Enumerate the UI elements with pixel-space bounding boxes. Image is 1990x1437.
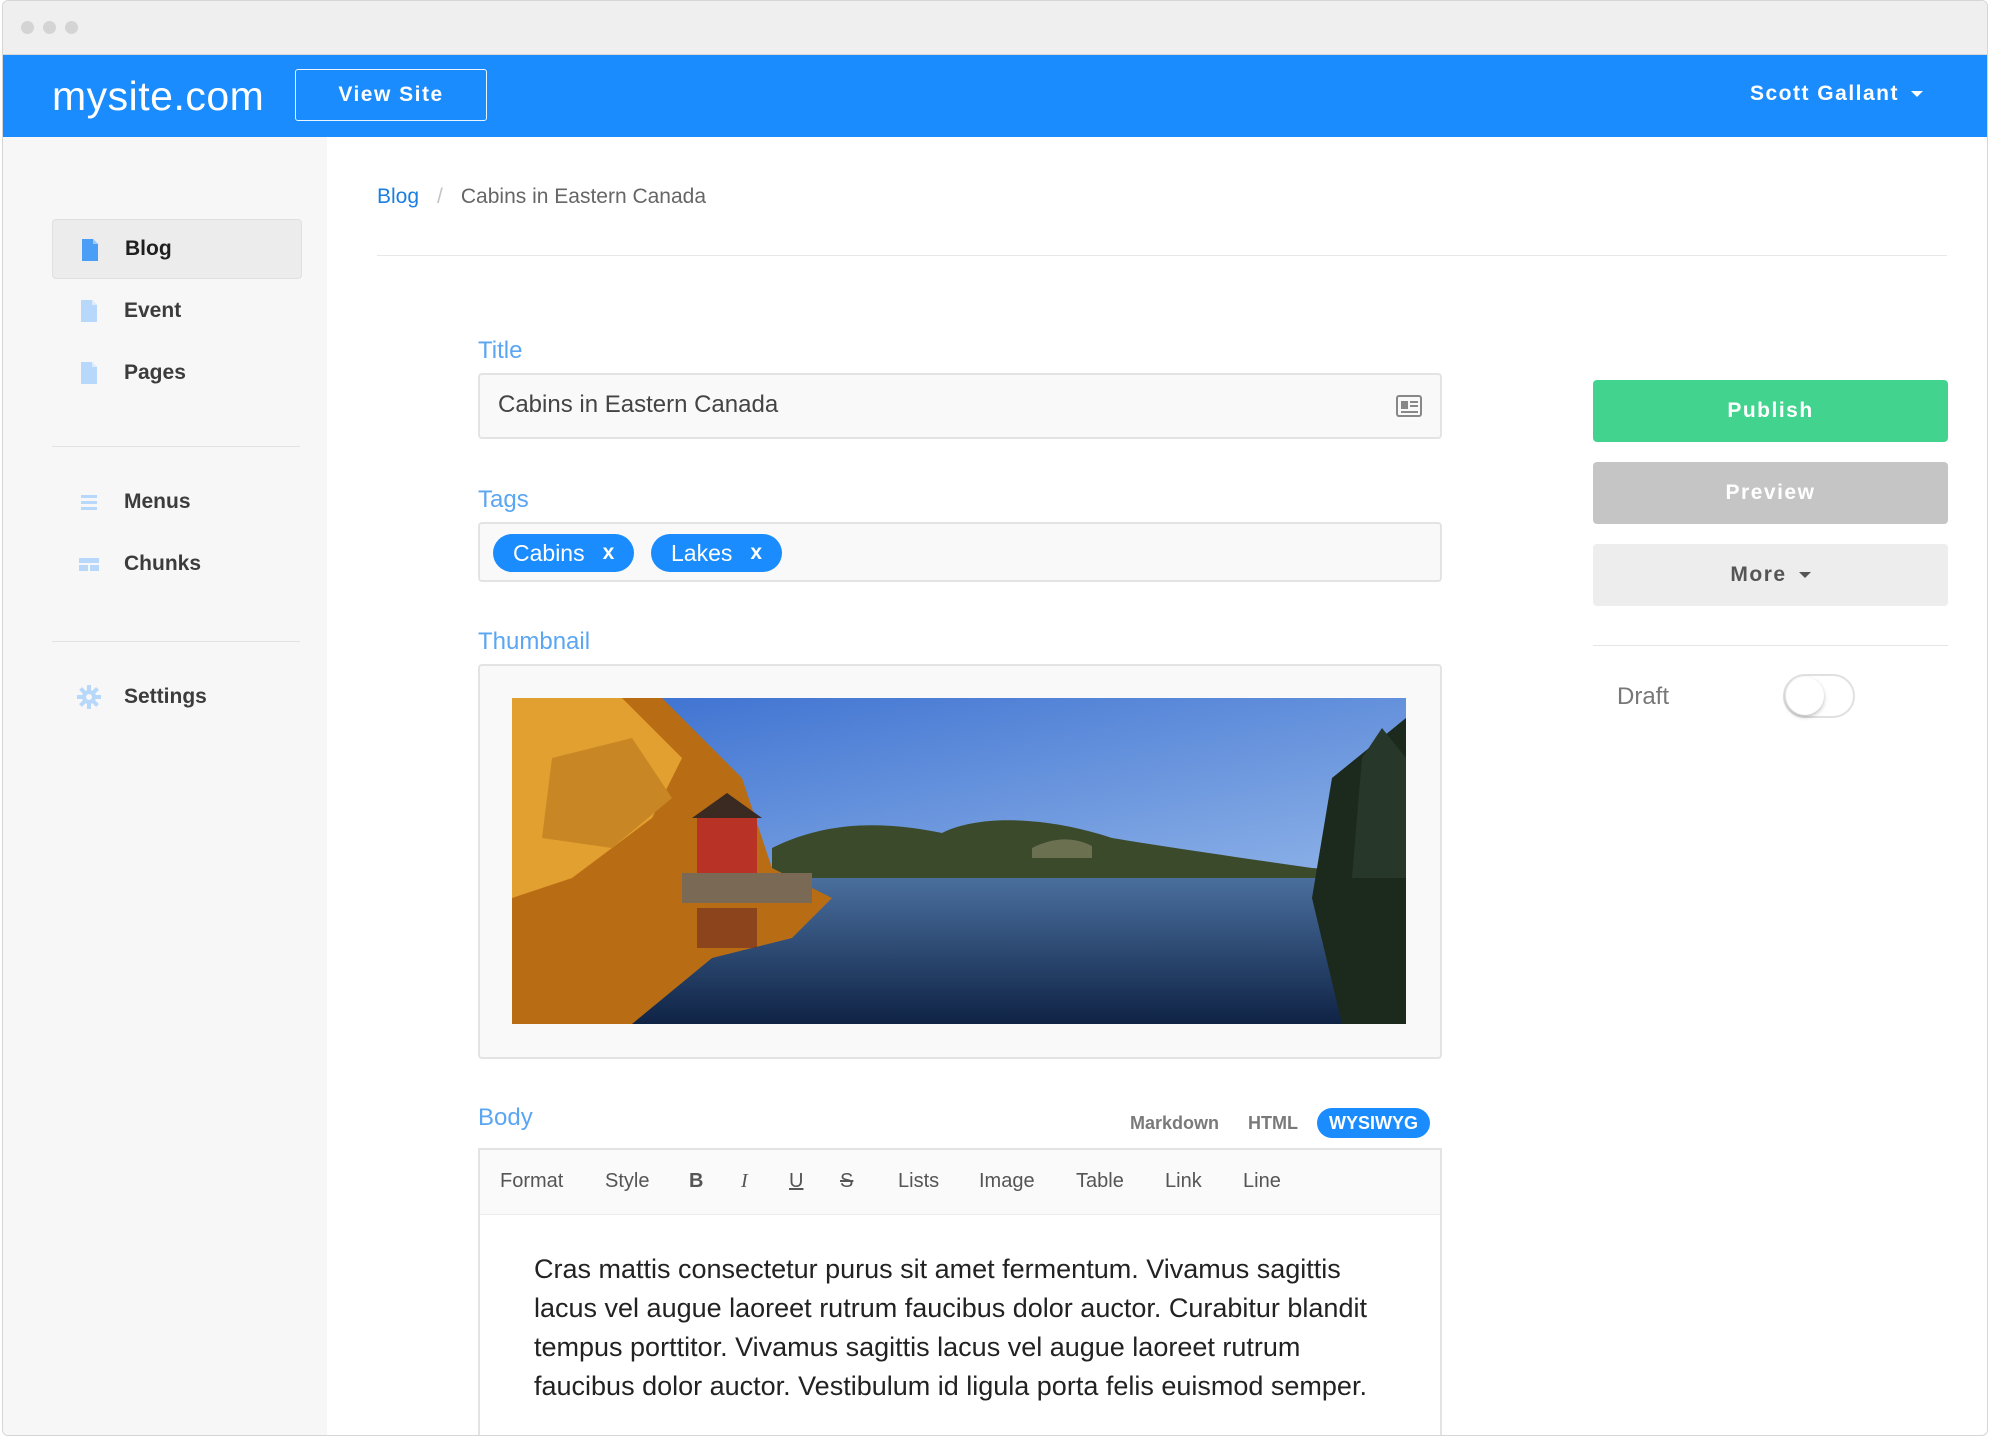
actions-divider	[1593, 645, 1948, 646]
toolbar-format[interactable]: Format	[500, 1170, 563, 1193]
id-card-icon[interactable]	[1396, 395, 1422, 417]
sidebar-item-event[interactable]: Event	[52, 281, 302, 341]
thumbnail-dropzone[interactable]	[478, 664, 1442, 1059]
sidebar-divider	[52, 641, 300, 642]
document-icon	[81, 362, 97, 384]
toolbar-italic[interactable]: I	[741, 1170, 748, 1193]
toolbar-lists[interactable]: Lists	[898, 1170, 939, 1193]
breadcrumb-link-blog[interactable]: Blog	[377, 185, 419, 209]
thumbnail-label: Thumbnail	[478, 628, 591, 655]
document-icon	[82, 239, 98, 261]
tag-chip: Lakes x	[651, 534, 783, 572]
chunks-icon	[79, 558, 99, 571]
sidebar-item-menus[interactable]: Menus	[52, 472, 302, 532]
body-label: Body	[478, 1104, 533, 1131]
sidebar-item-settings[interactable]: Settings	[52, 667, 302, 727]
toolbar-table[interactable]: Table	[1076, 1170, 1124, 1193]
tags-label: Tags	[478, 486, 529, 513]
sidebar-item-label: Chunks	[124, 552, 202, 575]
sidebar-item-blog[interactable]: Blog	[52, 219, 302, 279]
user-menu[interactable]: Scott Gallant	[1750, 82, 1923, 106]
toolbar-link[interactable]: Link	[1165, 1170, 1202, 1193]
title-input[interactable]: Cabins in Eastern Canada	[478, 373, 1442, 439]
tag-label: Lakes	[671, 539, 733, 566]
draft-toggle[interactable]	[1783, 674, 1855, 718]
tag-label: Cabins	[513, 539, 585, 566]
menu-lines-icon	[81, 495, 97, 510]
toolbar-strikethrough[interactable]: S	[840, 1170, 853, 1193]
title-label: Title	[478, 337, 523, 364]
preview-button[interactable]: Preview	[1593, 462, 1948, 524]
toolbar-line[interactable]: Line	[1243, 1170, 1281, 1193]
view-site-button[interactable]: View Site	[295, 69, 487, 121]
window-minimize-dot[interactable]	[43, 21, 56, 34]
sidebar-item-chunks[interactable]: Chunks	[52, 534, 302, 594]
user-name: Scott Gallant	[1749, 82, 1899, 105]
window-close-dot[interactable]	[21, 21, 34, 34]
toolbar-underline[interactable]: U	[789, 1170, 803, 1193]
sidebar-item-label: Pages	[124, 361, 186, 384]
thumbnail-image[interactable]	[512, 698, 1406, 1024]
sidebar: Blog Event Pages Menus Chunks Settings	[3, 137, 327, 1435]
site-logo[interactable]: mysite.com	[52, 73, 264, 120]
chevron-down-icon	[1798, 572, 1811, 578]
toggle-knob	[1786, 677, 1824, 715]
document-icon	[81, 300, 97, 322]
more-button-label: More	[1730, 563, 1787, 586]
body-content[interactable]: Cras mattis consectetur purus sit amet f…	[534, 1250, 1394, 1406]
sidebar-item-label: Settings	[124, 685, 207, 708]
sidebar-item-label: Blog	[125, 237, 172, 260]
body-mode-tabs: Markdown HTML WYSIWYG	[1130, 1108, 1430, 1138]
sidebar-item-label: Event	[124, 299, 182, 322]
tag-remove-button[interactable]: x	[603, 541, 615, 565]
breadcrumb-separator: /	[437, 185, 443, 208]
toolbar-image[interactable]: Image	[979, 1170, 1035, 1193]
editor-toolbar: Format Style B I U S Lists Image Table L…	[480, 1150, 1440, 1215]
publish-button[interactable]: Publish	[1593, 380, 1948, 442]
top-header: mysite.com View Site Scott Gallant	[3, 55, 1987, 137]
sidebar-item-label: Menus	[124, 490, 191, 513]
tag-chip: Cabins x	[493, 534, 635, 572]
browser-window: mysite.com View Site Scott Gallant Blog …	[2, 0, 1988, 1436]
breadcrumb-current: Cabins in Eastern Canada	[460, 185, 707, 208]
body-editor[interactable]: Format Style B I U S Lists Image Table L…	[478, 1148, 1442, 1435]
tab-markdown[interactable]: Markdown	[1130, 1113, 1219, 1134]
window-maximize-dot[interactable]	[65, 21, 78, 34]
title-input-value: Cabins in Eastern Canada	[498, 391, 779, 418]
sidebar-divider	[52, 446, 300, 447]
window-chrome	[3, 1, 1987, 55]
tag-remove-button[interactable]: x	[750, 541, 762, 565]
toolbar-style[interactable]: Style	[605, 1170, 649, 1193]
more-button[interactable]: More	[1593, 544, 1948, 606]
chevron-down-icon	[1911, 91, 1923, 97]
tags-input[interactable]: Cabins x Lakes x	[478, 522, 1442, 582]
draft-label: Draft	[1617, 683, 1670, 710]
tab-html[interactable]: HTML	[1248, 1113, 1298, 1134]
toolbar-bold[interactable]: B	[689, 1170, 703, 1193]
header-divider	[377, 255, 1947, 256]
tab-wysiwyg[interactable]: WYSIWYG	[1317, 1108, 1430, 1138]
breadcrumb: Blog / Cabins in Eastern Canada	[377, 185, 706, 209]
gear-icon	[77, 685, 101, 709]
sidebar-item-pages[interactable]: Pages	[52, 343, 302, 403]
